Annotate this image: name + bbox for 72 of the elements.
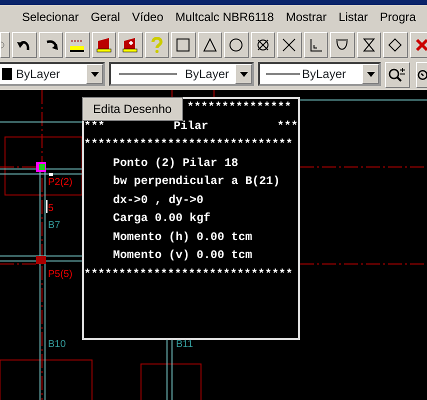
toolbar-button[interactable] xyxy=(65,32,90,58)
pillar-marker xyxy=(36,256,46,264)
dropdown[interactable]: ByLayer xyxy=(0,62,105,86)
star-rule: ****************************** xyxy=(84,138,293,151)
info-line: Momento (v) 0.00 tcm xyxy=(113,249,252,262)
square-icon xyxy=(175,37,192,53)
toolbar-button[interactable] xyxy=(356,32,381,58)
circle-icon xyxy=(228,37,244,53)
star-rule: ****************************** xyxy=(84,268,293,280)
info-line: Momento (h) 0.00 tcm xyxy=(113,230,252,244)
cursor-mark xyxy=(46,200,48,213)
zoom-icon xyxy=(388,67,406,83)
grip-marker xyxy=(49,173,53,176)
dropdown-value: ByLayer xyxy=(302,66,346,83)
toolbar-button[interactable] xyxy=(118,32,142,58)
dropdown[interactable]: ByLayer xyxy=(109,62,254,86)
beam-label: B11 xyxy=(176,339,194,350)
triangle-icon xyxy=(202,37,218,53)
toolbar-button[interactable] xyxy=(224,32,248,58)
menu-item[interactable]: Vídeo xyxy=(126,5,170,30)
toolbar-button[interactable] xyxy=(92,32,116,58)
toolbar-button[interactable] xyxy=(416,62,427,88)
star-mark: *** xyxy=(277,118,298,134)
panel-title: Pilar xyxy=(174,118,208,134)
block-icon xyxy=(96,37,112,53)
beam-label: B10 xyxy=(48,339,66,350)
menu-item[interactable]: Mostrar xyxy=(280,5,333,30)
beam-label: B7 xyxy=(48,220,60,231)
dropdown[interactable]: ByLayer xyxy=(258,62,381,86)
caret-icon xyxy=(90,72,98,76)
beam-line xyxy=(166,340,168,400)
menu-item[interactable]: Progra xyxy=(374,5,422,30)
diamond-icon xyxy=(387,37,404,53)
pillar-label: P2(2) xyxy=(48,177,72,188)
corner-icon xyxy=(308,37,324,53)
menu-item[interactable]: Listar xyxy=(332,5,374,30)
pan-icon xyxy=(416,67,426,83)
info-line: bw perpendicular a B(21) xyxy=(113,175,280,188)
info-line: Ponto (2) Pilar 18 xyxy=(113,156,238,170)
info-line: dx->0 , dy->0 xyxy=(113,194,204,206)
circled-x-icon xyxy=(254,37,271,53)
pillar-marker xyxy=(36,162,46,172)
toolbar-button[interactable] xyxy=(198,32,222,58)
dropdown-value: ByLayer xyxy=(16,66,60,83)
caret-icon xyxy=(366,72,374,76)
menu-item[interactable]: Selecionar xyxy=(16,5,85,30)
pillar-label: P5(5) xyxy=(48,269,72,280)
toolbar-button[interactable] xyxy=(171,32,196,58)
toolbar-button[interactable] xyxy=(383,32,408,58)
dropdown-value: ByLayer xyxy=(185,66,230,83)
delete-icon xyxy=(414,37,427,53)
toolbar-button[interactable] xyxy=(38,32,63,58)
help-icon xyxy=(148,37,165,53)
toolbar-button[interactable] xyxy=(304,32,328,58)
toolbar-button[interactable] xyxy=(250,32,275,58)
caret-icon xyxy=(240,72,248,76)
toolbar-button[interactable] xyxy=(385,62,410,88)
block-plus-icon xyxy=(122,37,138,53)
line-sample-icon xyxy=(119,72,177,76)
tooltip: Edita Desenho xyxy=(82,97,183,121)
info-line: Carga 0.00 kgf xyxy=(113,212,210,225)
hourglass-icon xyxy=(360,37,377,53)
line-sample-icon xyxy=(266,72,300,76)
toolbar-button[interactable] xyxy=(12,32,36,58)
color-swatch-icon xyxy=(2,68,12,80)
menu-item[interactable]: Geral xyxy=(84,5,126,30)
menu-item[interactable]: Multcalc NBR6118 xyxy=(169,5,280,30)
star-rule: *************** xyxy=(187,101,292,114)
toolbar-button[interactable] xyxy=(330,32,354,58)
toolbar-button[interactable] xyxy=(277,32,302,58)
pillar-label: 5 xyxy=(48,203,54,214)
cross-icon xyxy=(281,37,298,53)
